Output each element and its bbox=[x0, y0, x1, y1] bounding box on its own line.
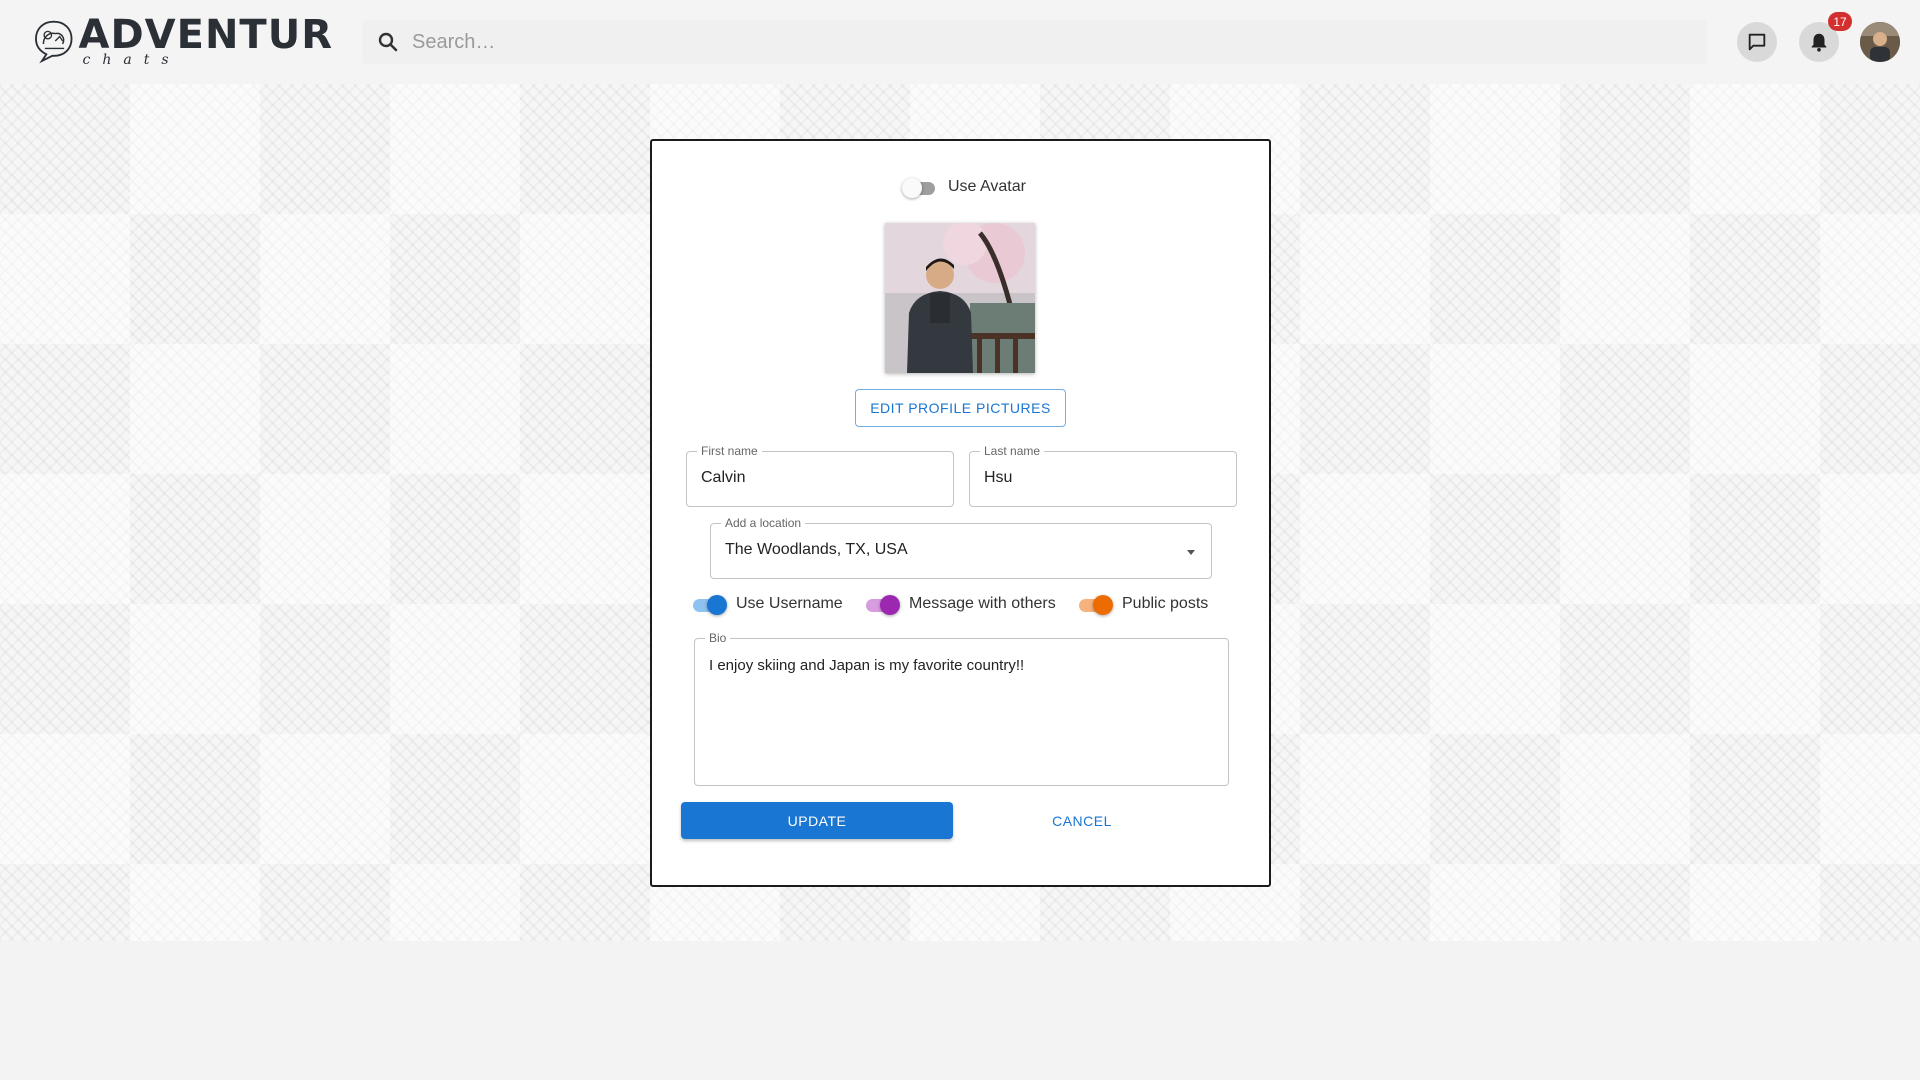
dropdown-arrow-icon[interactable] bbox=[1183, 544, 1199, 560]
last-name-label: Last name bbox=[980, 444, 1045, 458]
use-avatar-label: Use Avatar bbox=[948, 178, 1026, 195]
first-name-value[interactable]: Calvin bbox=[701, 469, 745, 487]
top-app-bar: ADVENTUR chats 17 bbox=[0, 0, 1920, 84]
user-photo-image bbox=[1860, 22, 1900, 62]
search-icon bbox=[378, 32, 398, 52]
bio-label: Bio bbox=[705, 631, 731, 645]
logo-title: ADVENTUR bbox=[78, 12, 333, 58]
use-username-label: Use Username bbox=[736, 595, 843, 612]
logo-subtitle: chats bbox=[82, 52, 181, 68]
last-name-value[interactable]: Hsu bbox=[984, 469, 1012, 487]
use-username-toggle-row[interactable]: Use Username bbox=[690, 594, 843, 615]
edit-profile-card: Use Avatar EDIT PROFILE PICTURES First n… bbox=[650, 139, 1271, 887]
location-select[interactable]: Add a location The Woodlands, TX, USA bbox=[710, 516, 1212, 579]
public-posts-label: Public posts bbox=[1122, 595, 1209, 612]
chat-icon bbox=[1748, 33, 1766, 51]
user-avatar[interactable] bbox=[1860, 22, 1900, 62]
messages-button[interactable] bbox=[1737, 22, 1777, 62]
last-name-field[interactable]: Last name Hsu bbox=[969, 444, 1237, 507]
bio-value[interactable]: I enjoy skiing and Japan is my favorite … bbox=[709, 657, 1024, 674]
use-username-switch[interactable] bbox=[690, 594, 727, 615]
public-posts-switch[interactable] bbox=[1076, 594, 1113, 615]
first-name-field[interactable]: First name Calvin bbox=[686, 444, 954, 507]
bell-icon bbox=[1811, 33, 1827, 52]
profile-photo-image bbox=[885, 223, 1035, 373]
message-with-others-switch[interactable] bbox=[863, 594, 900, 615]
location-label: Add a location bbox=[721, 516, 806, 530]
notification-count-badge: 17 bbox=[1828, 12, 1852, 31]
bio-textarea[interactable]: Bio I enjoy skiing and Japan is my favor… bbox=[694, 631, 1229, 786]
search-bar[interactable] bbox=[362, 20, 1707, 64]
logo-chat-bubble-icon bbox=[35, 20, 73, 64]
search-input[interactable] bbox=[412, 30, 1612, 54]
page-footer-area bbox=[0, 941, 1920, 1080]
message-with-others-toggle-row[interactable]: Message with others bbox=[863, 594, 1056, 615]
app-logo[interactable]: ADVENTUR chats bbox=[33, 10, 333, 72]
update-button[interactable]: UPDATE bbox=[681, 802, 953, 839]
edit-profile-pictures-button[interactable]: EDIT PROFILE PICTURES bbox=[855, 389, 1066, 427]
location-value[interactable]: The Woodlands, TX, USA bbox=[725, 541, 908, 559]
use-avatar-toggle-row[interactable]: Use Avatar bbox=[902, 177, 1026, 198]
message-with-others-label: Message with others bbox=[909, 595, 1056, 612]
public-posts-toggle-row[interactable]: Public posts bbox=[1076, 594, 1209, 615]
first-name-label: First name bbox=[697, 444, 762, 458]
cancel-button[interactable]: CANCEL bbox=[1032, 802, 1132, 839]
use-avatar-switch[interactable] bbox=[902, 177, 938, 198]
profile-picture bbox=[885, 223, 1035, 373]
